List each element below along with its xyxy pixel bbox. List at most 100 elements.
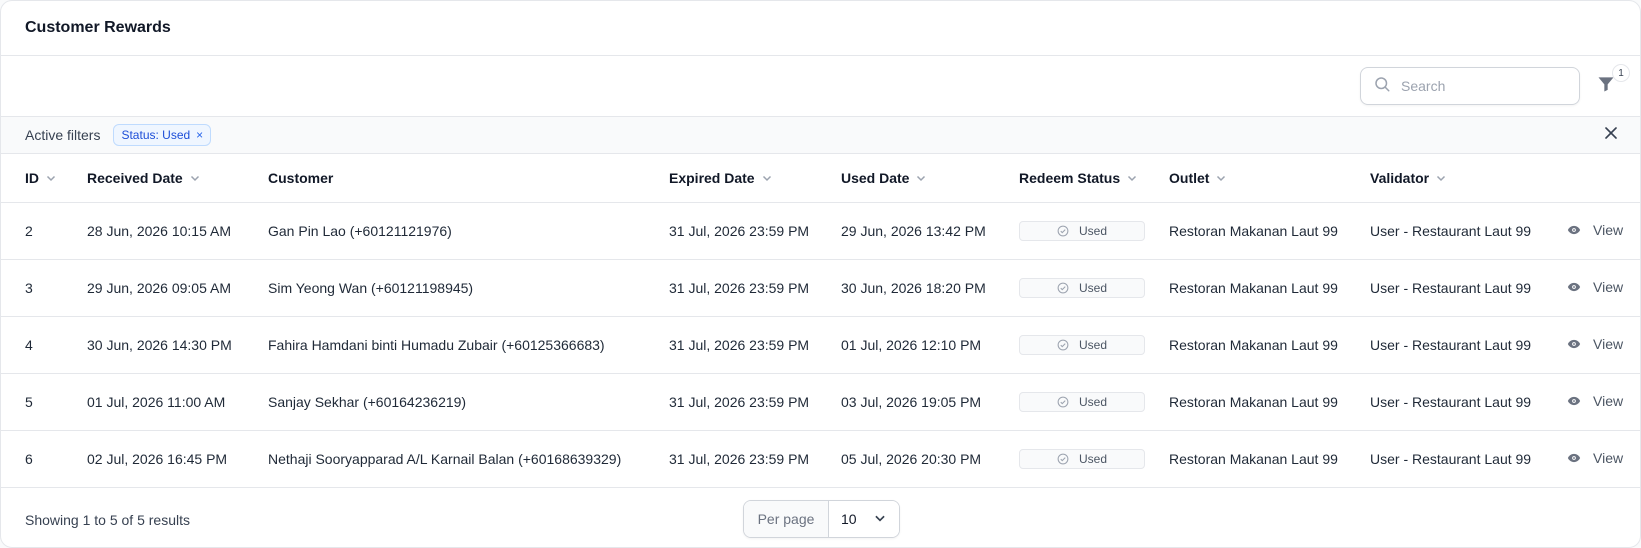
- column-label: Expired Date: [669, 169, 755, 186]
- status-badge: Used: [1019, 277, 1145, 298]
- cell-validator: User - Restaurant Laut 99: [1370, 316, 1567, 374]
- column-header-validator[interactable]: Validator: [1370, 154, 1567, 203]
- eye-icon: [1567, 280, 1587, 294]
- view-button[interactable]: View: [1567, 279, 1623, 295]
- view-label: View: [1593, 449, 1624, 466]
- search-input[interactable]: [1401, 78, 1571, 94]
- cell-redeem-status: Used: [1019, 373, 1169, 431]
- results-summary: Showing 1 to 5 of 5 results: [25, 512, 190, 528]
- filter-count-badge: 1: [1612, 64, 1630, 82]
- eye-icon: [1567, 394, 1587, 408]
- chevron-down-icon: [915, 172, 927, 184]
- filter-chip-status: Status: Used ×: [113, 124, 212, 146]
- cell-outlet: Restoran Makanan Laut 99: [1169, 316, 1370, 374]
- chevron-down-icon: [1435, 172, 1447, 184]
- status-badge: Used: [1019, 334, 1145, 355]
- check-circle-icon: [1057, 225, 1074, 237]
- customer-rewards-panel: Customer Rewards 1 Active filters Status…: [0, 0, 1641, 548]
- filter-chip-label: Status: Used: [121, 128, 191, 142]
- column-header-redeem-status[interactable]: Redeem Status: [1019, 154, 1169, 203]
- column-label: Redeem Status: [1019, 169, 1121, 186]
- column-header-actions: [1567, 154, 1640, 203]
- column-label: Used Date: [841, 169, 910, 186]
- column-header-outlet[interactable]: Outlet: [1169, 154, 1370, 203]
- close-icon: [1604, 126, 1618, 145]
- view-button[interactable]: View: [1567, 393, 1623, 409]
- view-label: View: [1593, 335, 1624, 352]
- cell-expired-date: 31 Jul, 2026 23:59 PM: [669, 202, 841, 260]
- check-circle-icon: [1057, 453, 1074, 465]
- cell-received-date: 30 Jun, 2026 14:30 PM: [87, 316, 268, 374]
- cell-actions: View: [1567, 316, 1640, 374]
- cell-received-date: 02 Jul, 2026 16:45 PM: [87, 430, 268, 488]
- column-label: Outlet: [1169, 169, 1210, 186]
- column-header-received-date[interactable]: Received Date: [87, 154, 268, 203]
- per-page-label: Per page: [744, 501, 829, 537]
- cell-outlet: Restoran Makanan Laut 99: [1169, 373, 1370, 431]
- cell-customer: Fahira Hamdani binti Humadu Zubair (+601…: [268, 316, 669, 374]
- view-label: View: [1593, 221, 1624, 238]
- status-badge-label: Used: [1078, 223, 1107, 238]
- view-label: View: [1593, 392, 1624, 409]
- column-label: Customer: [268, 169, 334, 186]
- column-label: ID: [25, 169, 39, 186]
- cell-validator: User - Restaurant Laut 99: [1370, 373, 1567, 431]
- per-page-value: 10: [841, 511, 857, 527]
- status-badge-label: Used: [1078, 280, 1107, 295]
- per-page-select[interactable]: 10: [829, 501, 899, 537]
- cell-received-date: 01 Jul, 2026 11:00 AM: [87, 373, 268, 431]
- remove-filter-chip-button[interactable]: ×: [196, 128, 203, 142]
- check-circle-icon: [1057, 339, 1074, 351]
- cell-used-date: 29 Jun, 2026 13:42 PM: [841, 202, 1019, 260]
- cell-redeem-status: Used: [1019, 316, 1169, 374]
- eye-icon: [1567, 451, 1587, 465]
- status-badge-label: Used: [1078, 451, 1107, 466]
- table-footer: Showing 1 to 5 of 5 results Per page 10: [1, 491, 1640, 547]
- cell-customer: Nethaji Sooryapparad A/L Karnail Balan (…: [268, 430, 669, 488]
- view-button[interactable]: View: [1567, 336, 1623, 352]
- eye-icon: [1567, 337, 1587, 351]
- cell-redeem-status: Used: [1019, 202, 1169, 260]
- chevron-down-icon: [189, 172, 201, 184]
- cell-expired-date: 31 Jul, 2026 23:59 PM: [669, 259, 841, 317]
- clear-filters-button[interactable]: [1604, 126, 1618, 145]
- search-icon: [1373, 75, 1391, 98]
- search-box[interactable]: [1360, 67, 1580, 105]
- filter-button[interactable]: 1: [1594, 64, 1630, 98]
- chevron-down-icon: [761, 172, 773, 184]
- cell-used-date: 05 Jul, 2026 20:30 PM: [841, 430, 1019, 488]
- cell-used-date: 30 Jun, 2026 18:20 PM: [841, 259, 1019, 317]
- status-badge-label: Used: [1078, 394, 1107, 409]
- status-badge: Used: [1019, 448, 1145, 469]
- cell-outlet: Restoran Makanan Laut 99: [1169, 430, 1370, 488]
- rewards-table: ID Received Date Customer Expired Date U…: [1, 154, 1640, 488]
- cell-id: 2: [1, 202, 87, 260]
- cell-validator: User - Restaurant Laut 99: [1370, 202, 1567, 260]
- cell-customer: Gan Pin Lao (+60121121976): [268, 202, 669, 260]
- cell-id: 5: [1, 373, 87, 431]
- table-header-row: ID Received Date Customer Expired Date U…: [1, 154, 1640, 203]
- per-page-control: Per page 10: [743, 500, 900, 538]
- table-row: 4 30 Jun, 2026 14:30 PM Fahira Hamdani bin…: [1, 316, 1640, 374]
- cell-actions: View: [1567, 259, 1640, 317]
- cell-expired-date: 31 Jul, 2026 23:59 PM: [669, 373, 841, 431]
- cell-actions: View: [1567, 373, 1640, 431]
- column-header-expired-date[interactable]: Expired Date: [669, 154, 841, 203]
- page-title: Customer Rewards: [25, 19, 171, 36]
- chevron-down-icon: [1126, 172, 1138, 184]
- view-button[interactable]: View: [1567, 450, 1623, 466]
- cell-expired-date: 31 Jul, 2026 23:59 PM: [669, 316, 841, 374]
- table-row: 2 28 Jun, 2026 10:15 AM Gan Pin Lao (+6012…: [1, 202, 1640, 260]
- cell-customer: Sanjay Sekhar (+60164236219): [268, 373, 669, 431]
- column-label: Validator: [1370, 169, 1430, 186]
- cell-redeem-status: Used: [1019, 259, 1169, 317]
- cell-used-date: 01 Jul, 2026 12:10 PM: [841, 316, 1019, 374]
- view-label: View: [1593, 278, 1624, 295]
- table-row: 5 01 Jul, 2026 11:00 AM Sanjay Sekhar (+60…: [1, 373, 1640, 431]
- column-header-used-date[interactable]: Used Date: [841, 154, 1019, 203]
- table-row: 3 29 Jun, 2026 09:05 AM Sim Yeong Wan (+60…: [1, 259, 1640, 317]
- view-button[interactable]: View: [1567, 222, 1623, 238]
- cell-actions: View: [1567, 202, 1640, 260]
- column-header-id[interactable]: ID: [1, 154, 87, 203]
- column-header-customer: Customer: [268, 154, 669, 203]
